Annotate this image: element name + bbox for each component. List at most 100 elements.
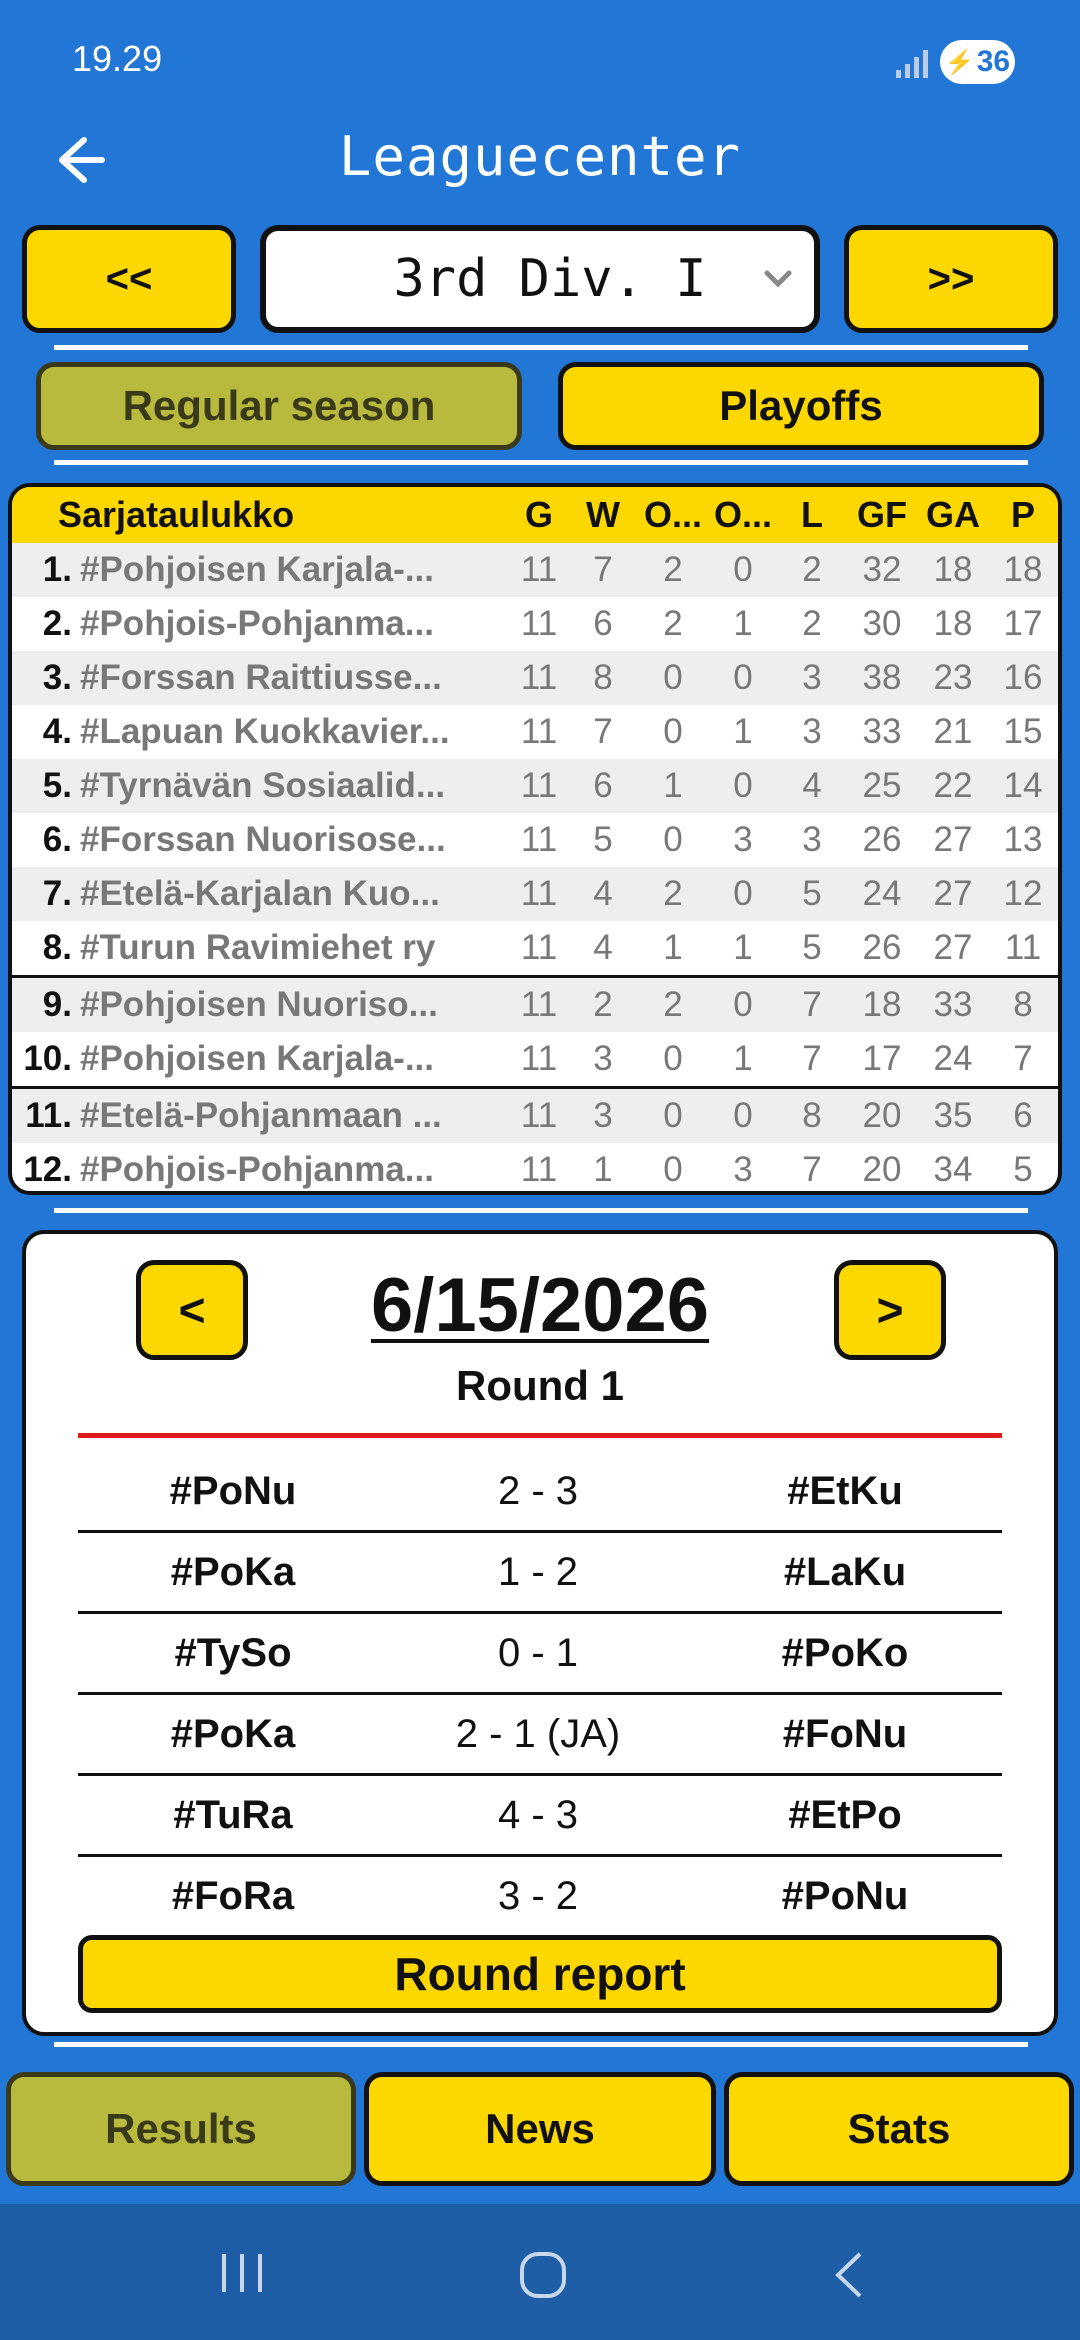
cell-team[interactable]: #Pohjoisen Karjala-... bbox=[72, 1039, 510, 1079]
cell-wins: 8 bbox=[593, 658, 613, 697]
header-goals-against[interactable]: GA bbox=[918, 494, 988, 536]
cell-rank: 8. bbox=[42, 928, 72, 967]
cell-rank: 6. bbox=[42, 820, 72, 859]
cell-goals-for: 26 bbox=[862, 928, 902, 967]
match-row[interactable]: #PoNu 2 - 3 #EtKu bbox=[78, 1452, 1002, 1533]
cell-games: 11 bbox=[520, 712, 558, 751]
header-name: Sarjataulukko bbox=[58, 494, 295, 535]
cell-ot-losses: 0 bbox=[733, 766, 753, 805]
results-tab[interactable]: Results bbox=[6, 2072, 356, 2186]
match-score: 4 - 3 bbox=[497, 1792, 579, 1837]
header-losses[interactable]: L bbox=[778, 494, 846, 536]
news-tab[interactable]: News bbox=[364, 2072, 716, 2186]
cell-games: 11 bbox=[520, 1150, 558, 1189]
match-score: 2 - 1 (JA) bbox=[455, 1711, 621, 1756]
cell-losses: 2 bbox=[802, 604, 822, 643]
regular-season-tab[interactable]: Regular season bbox=[36, 362, 522, 450]
next-division-button[interactable]: >> bbox=[844, 225, 1058, 333]
match-row[interactable]: #PoKa 2 - 1 (JA) #FoNu bbox=[78, 1695, 1002, 1776]
cell-wins: 4 bbox=[593, 874, 613, 913]
battery-indicator: ⚡ 36 bbox=[940, 40, 1015, 84]
cell-games: 11 bbox=[520, 1096, 558, 1135]
home-icon[interactable] bbox=[518, 2250, 568, 2300]
match-row[interactable]: #TuRa 4 - 3 #EtPo bbox=[78, 1776, 1002, 1857]
cell-games: 11 bbox=[520, 658, 558, 697]
cell-points: 15 bbox=[1003, 712, 1043, 751]
match-row[interactable]: #TySo 0 - 1 #PoKo bbox=[78, 1614, 1002, 1695]
cell-losses: 4 bbox=[802, 766, 822, 805]
cell-wins: 1 bbox=[593, 1150, 613, 1189]
cell-ot-losses: 1 bbox=[733, 928, 753, 967]
cell-team[interactable]: #Pohjois-Pohjanma... bbox=[72, 604, 510, 644]
cell-team[interactable]: #Tyrnävän Sosiaalid... bbox=[72, 766, 510, 806]
table-row[interactable]: 12. #Pohjois-Pohjanma... 11 1 0 3 7 20 34 5 bbox=[12, 1143, 1058, 1191]
stats-tab[interactable]: Stats bbox=[724, 2072, 1074, 2186]
cell-games: 11 bbox=[520, 1039, 558, 1078]
prev-date-button[interactable]: < bbox=[136, 1260, 248, 1360]
table-row[interactable]: 7. #Etelä-Karjalan Kuo... 11 4 2 0 5 24 27 12 bbox=[12, 867, 1058, 921]
home-team: #PoNu bbox=[169, 1468, 297, 1513]
table-row[interactable]: 11. #Etelä-Pohjanmaan ... 11 3 0 0 8 20 35 6 bbox=[12, 1086, 1058, 1143]
table-row[interactable]: 4. #Lapuan Kuokkavier... 11 7 0 1 3 33 21 15 bbox=[12, 705, 1058, 759]
table-row[interactable]: 5. #Tyrnävän Sosiaalid... 11 6 1 0 4 25 22 14 bbox=[12, 759, 1058, 813]
cell-ot-losses: 3 bbox=[733, 820, 753, 859]
next-date-button[interactable]: > bbox=[834, 1260, 946, 1360]
table-row[interactable]: 1. #Pohjoisen Karjala-... 11 7 2 0 2 32 18 18 bbox=[12, 543, 1058, 597]
header-ot-losses[interactable]: O... bbox=[708, 494, 778, 536]
cell-team[interactable]: #Pohjoisen Karjala-... bbox=[72, 550, 510, 590]
divider bbox=[54, 2042, 1028, 2047]
cell-team[interactable]: #Etelä-Karjalan Kuo... bbox=[72, 874, 510, 914]
cell-team[interactable]: #Pohjois-Pohjanma... bbox=[72, 1150, 510, 1190]
cell-losses: 2 bbox=[802, 550, 822, 589]
table-row[interactable]: 6. #Forssan Nuorisose... 11 5 0 3 3 26 27 13 bbox=[12, 813, 1058, 867]
back-nav-icon[interactable] bbox=[828, 2250, 868, 2300]
cell-wins: 4 bbox=[593, 928, 613, 967]
cell-ot-wins: 1 bbox=[663, 766, 683, 805]
header-goals-for[interactable]: GF bbox=[846, 494, 918, 536]
cell-points: 18 bbox=[1003, 550, 1043, 589]
table-row[interactable]: 9. #Pohjoisen Nuoriso... 11 2 2 0 7 18 33 8 bbox=[12, 975, 1058, 1032]
match-score: 1 - 2 bbox=[497, 1549, 579, 1594]
cell-ot-losses: 0 bbox=[733, 1096, 753, 1135]
cell-ot-wins: 0 bbox=[663, 1039, 683, 1078]
playoffs-tab[interactable]: Playoffs bbox=[558, 362, 1044, 450]
table-row[interactable]: 10. #Pohjoisen Karjala-... 11 3 0 1 7 17 24 7 bbox=[12, 1032, 1058, 1086]
cell-ot-losses: 1 bbox=[733, 712, 753, 751]
recent-apps-icon[interactable] bbox=[218, 2250, 266, 2296]
match-score: 0 - 1 bbox=[497, 1630, 579, 1675]
cell-team[interactable]: #Turun Ravimiehet ry bbox=[72, 928, 510, 968]
table-row[interactable]: 3. #Forssan Raittiusse... 11 8 0 0 3 38 23 16 bbox=[12, 651, 1058, 705]
match-date[interactable]: 6/15/2026 bbox=[300, 1262, 780, 1349]
cell-wins: 7 bbox=[593, 550, 613, 589]
cell-games: 11 bbox=[520, 766, 558, 805]
header-points[interactable]: P bbox=[988, 494, 1058, 536]
cell-goals-for: 20 bbox=[862, 1096, 902, 1135]
cell-goals-against: 27 bbox=[933, 928, 973, 967]
battery-level: 36 bbox=[976, 45, 1011, 78]
cell-rank: 1. bbox=[42, 550, 72, 589]
match-row[interactable]: #FoRa 3 - 2 #PoNu bbox=[78, 1857, 1002, 1935]
cell-games: 11 bbox=[520, 985, 558, 1024]
cell-team[interactable]: #Lapuan Kuokkavier... bbox=[72, 712, 510, 752]
header-ot-wins[interactable]: O... bbox=[638, 494, 708, 536]
standings-body: 1. #Pohjoisen Karjala-... 11 7 2 0 2 32 18 18 2. #P… bbox=[12, 543, 1058, 1191]
cell-goals-for: 20 bbox=[862, 1150, 902, 1189]
round-report-button[interactable]: Round report bbox=[78, 1935, 1002, 2013]
signal-icon bbox=[896, 50, 928, 78]
table-row[interactable]: 2. #Pohjois-Pohjanma... 11 6 2 1 2 30 18 17 bbox=[12, 597, 1058, 651]
cell-team[interactable]: #Etelä-Pohjanmaan ... bbox=[72, 1096, 510, 1136]
prev-division-button[interactable]: << bbox=[22, 225, 236, 333]
table-row[interactable]: 8. #Turun Ravimiehet ry 11 4 1 1 5 26 27 11 bbox=[12, 921, 1058, 975]
cell-team[interactable]: #Forssan Raittiusse... bbox=[72, 658, 510, 698]
home-team: #FoRa bbox=[171, 1873, 295, 1918]
cell-wins: 3 bbox=[593, 1039, 613, 1078]
header-games[interactable]: G bbox=[510, 494, 568, 536]
division-select[interactable]: 3rd Div. I bbox=[260, 225, 820, 333]
cell-team[interactable]: #Forssan Nuorisose... bbox=[72, 820, 510, 860]
away-team: #FoNu bbox=[782, 1711, 908, 1756]
cell-team[interactable]: #Pohjoisen Nuoriso... bbox=[72, 985, 510, 1025]
match-row[interactable]: #PoKa 1 - 2 #LaKu bbox=[78, 1533, 1002, 1614]
header-wins[interactable]: W bbox=[568, 494, 638, 536]
cell-rank: 7. bbox=[42, 874, 72, 913]
cell-wins: 6 bbox=[593, 766, 613, 805]
